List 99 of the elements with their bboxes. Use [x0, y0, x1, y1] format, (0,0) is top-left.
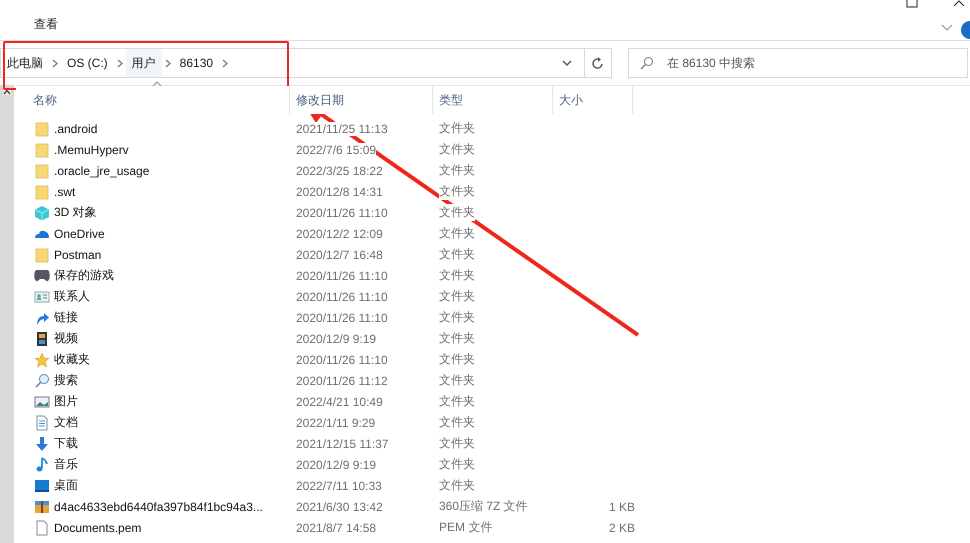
chevron-down-icon[interactable] [941, 24, 953, 32]
file-name[interactable]: 音乐 [54, 456, 78, 473]
modified-date: 2020/11/26 11:10 [296, 290, 388, 304]
file-type: 文件夹 [439, 351, 475, 368]
monitor-icon [34, 478, 50, 494]
file-type: 文件夹 [439, 141, 475, 158]
modified-date: 2020/12/8 14:31 [296, 184, 383, 198]
folder-icon [34, 246, 50, 262]
search-field[interactable]: 在 86130 中搜索 [628, 48, 968, 78]
file-type: 文件夹 [439, 162, 475, 179]
help-icon[interactable] [960, 21, 970, 39]
search-icon [34, 372, 50, 388]
file-name[interactable]: 联系人 [54, 288, 90, 305]
refresh-icon [592, 56, 604, 70]
file-type: 文件夹 [439, 435, 475, 452]
file-type: 文件夹 [439, 330, 475, 347]
sort-ascending-icon [152, 81, 162, 87]
file-icon [34, 520, 50, 536]
modified-date: 2020/11/26 11:10 [296, 206, 388, 220]
breadcrumb[interactable]: OS (C:) [61, 49, 114, 77]
modified-date: 2022/1/11 9:29 [296, 416, 376, 430]
search-icon [640, 56, 654, 70]
file-type: 文件夹 [439, 477, 475, 494]
modified-date: 2022/7/6 15:09 [296, 142, 376, 156]
chevron-down-icon[interactable] [562, 60, 572, 66]
modified-date: 2020/11/26 11:12 [296, 374, 388, 388]
folder-icon [34, 120, 50, 136]
breadcrumb[interactable]: 用户 [126, 49, 162, 77]
file-type: 文件夹 [439, 204, 475, 221]
file-name[interactable]: .swt [54, 184, 76, 198]
file-type: 文件夹 [439, 225, 475, 242]
file-name[interactable]: 图片 [54, 393, 78, 410]
file-name[interactable]: 搜索 [54, 372, 78, 389]
modified-date: 2021/11/25 11:13 [296, 122, 388, 136]
modified-date: 2020/12/2 12:09 [296, 226, 383, 240]
modified-date: 2021/8/7 14:58 [296, 520, 376, 534]
column-header[interactable]: 名称 [16, 86, 290, 114]
file-name[interactable]: .oracle_jre_usage [54, 164, 150, 178]
chevron-right-icon[interactable] [222, 58, 228, 68]
file-type: 文件夹 [439, 267, 475, 284]
maximize-icon[interactable] [906, 0, 918, 8]
breadcrumb[interactable]: 此电脑 [1, 49, 49, 77]
modified-date: 2020/12/9 9:19 [296, 332, 376, 346]
file-name[interactable]: 收藏夹 [54, 351, 90, 368]
file-name[interactable]: 桌面 [54, 477, 78, 494]
file-type: 文件夹 [439, 414, 475, 431]
file-name[interactable]: .MemuHyperv [54, 142, 129, 156]
download-arrow-icon [34, 436, 50, 452]
file-name[interactable]: 下载 [54, 435, 78, 452]
modified-date: 2021/12/15 11:37 [296, 436, 389, 450]
modified-date: 2020/11/26 11:10 [296, 268, 388, 282]
file-name[interactable]: Documents.pem [54, 520, 142, 534]
file-name[interactable]: 3D 对象 [54, 204, 97, 221]
file-name[interactable]: OneDrive [54, 226, 105, 240]
cube-icon [34, 204, 50, 220]
file-type: 文件夹 [439, 246, 475, 263]
file-name[interactable]: d4ac4633ebd6440fa397b84f1bc94a3... [54, 500, 263, 514]
chevron-right-icon[interactable] [52, 58, 58, 68]
folder-icon [34, 162, 50, 178]
file-type: 文件夹 [439, 456, 475, 473]
file-type: 文件夹 [439, 120, 475, 137]
modified-date: 2022/3/25 18:22 [296, 164, 383, 178]
chevron-right-icon[interactable] [164, 58, 171, 68]
image-icon [34, 394, 50, 410]
file-size: 2 KB [609, 520, 636, 534]
file-type: 360压缩 7Z 文件 [439, 498, 528, 515]
file-size: 1 KB [609, 500, 636, 514]
modified-date: 2020/12/7 16:48 [296, 248, 383, 262]
modified-date: 2020/11/26 11:10 [296, 310, 388, 324]
gamepad-icon [34, 268, 50, 284]
contact-card-icon [34, 288, 50, 304]
star-icon [34, 352, 50, 368]
file-type: 文件夹 [439, 309, 475, 326]
folder-icon [34, 142, 50, 158]
file-name[interactable]: 视频 [54, 330, 78, 347]
ribbon-tab[interactable]: 查看 [34, 14, 58, 35]
file-type: PEM 文件 [439, 519, 492, 536]
archive-icon [34, 498, 50, 514]
music-note-icon [34, 456, 50, 472]
address-bar[interactable]: 此电脑 OS (C:) 用户 86130 [0, 48, 612, 78]
modified-date: 2022/4/21 10:49 [296, 394, 383, 408]
breadcrumb[interactable]: 86130 [174, 49, 220, 77]
file-type: 文件夹 [439, 372, 475, 389]
file-type: 文件夹 [439, 183, 475, 200]
file-name[interactable]: 链接 [54, 309, 78, 326]
folder-icon [34, 184, 50, 200]
modified-date: 2022/7/11 10:33 [296, 478, 382, 492]
file-type: 文件夹 [439, 288, 475, 305]
chevron-right-icon[interactable] [116, 58, 123, 68]
file-name[interactable]: Postman [54, 248, 102, 262]
modified-date: 2020/11/26 11:10 [296, 352, 388, 366]
modified-date: 2020/12/9 9:19 [296, 458, 376, 472]
file-name[interactable]: 保存的游戏 [54, 267, 114, 284]
film-icon [34, 330, 50, 346]
file-name[interactable]: .android [54, 122, 98, 136]
file-type: 文件夹 [439, 393, 475, 410]
document-icon [34, 414, 50, 430]
modified-date: 2021/6/30 13:42 [296, 500, 383, 514]
file-name[interactable]: 文档 [54, 414, 78, 431]
